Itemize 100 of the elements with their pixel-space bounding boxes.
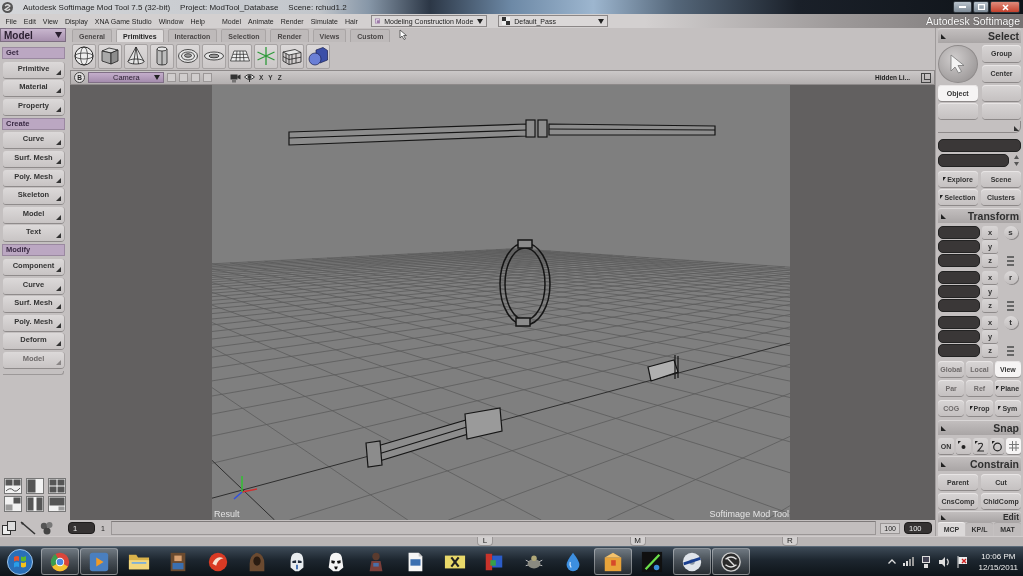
tool-button[interactable] [202, 43, 226, 69]
input-field[interactable] [938, 154, 1009, 167]
speaker-icon[interactable] [937, 555, 950, 568]
header-title: Select [988, 30, 1019, 42]
ring-snap-icon [990, 440, 1003, 452]
asterisk-icon [256, 46, 276, 66]
minimize-icon [959, 6, 966, 8]
tool-button[interactable] [280, 43, 304, 69]
collapse-triangle-icon[interactable] [941, 425, 946, 431]
corner-arrow-icon [1014, 126, 1019, 131]
corner-arrow-icon [56, 196, 61, 202]
curve-pane-layout-icon[interactable] [4, 478, 22, 494]
torus-icon [178, 46, 198, 66]
signal-bars-icon[interactable] [902, 557, 914, 566]
taskbar-button[interactable] [593, 548, 632, 575]
header-title: Edit [1002, 512, 1019, 522]
list-icon[interactable] [1007, 255, 1014, 266]
tool-button[interactable] [124, 43, 148, 69]
flag-icon[interactable] [956, 555, 968, 568]
swirl-icon [206, 550, 229, 573]
taskbar-button[interactable] [40, 548, 79, 575]
monitor-icon[interactable] [920, 555, 931, 568]
value-field[interactable] [938, 330, 980, 343]
collapse-triangle-icon[interactable] [941, 514, 946, 520]
value-field[interactable] [938, 299, 980, 312]
corner-arrow-icon [56, 359, 61, 365]
disc-icon [680, 550, 703, 573]
close-button[interactable] [990, 1, 1020, 13]
video-camera-icon[interactable] [230, 72, 241, 83]
collapse-triangle-icon[interactable] [941, 33, 946, 39]
four-pane-layout-icon[interactable] [48, 478, 66, 494]
taskbar-button[interactable] [672, 548, 711, 575]
arrow-cursor-icon [949, 54, 967, 74]
cube-icon [100, 46, 120, 66]
select-tool-button[interactable] [938, 45, 978, 83]
minimize-button[interactable] [953, 1, 972, 13]
close-icon [1001, 3, 1009, 11]
header-title: Constrain [970, 458, 1019, 470]
two-pane-layout-icon[interactable] [26, 478, 44, 494]
module-dropdown[interactable]: Model [0, 28, 66, 42]
eye-icon[interactable] [244, 73, 255, 82]
corner-arrow-icon [56, 285, 61, 291]
value-field[interactable] [938, 344, 980, 357]
corner-tick-icon [940, 195, 944, 199]
diagonal-line-icon[interactable] [20, 521, 36, 535]
value-field[interactable] [938, 240, 980, 253]
cube-group-icon [308, 46, 328, 66]
sort-arrows-icon[interactable] [1012, 155, 1021, 166]
caret-icon [598, 18, 605, 24]
tool-button[interactable] [306, 43, 330, 69]
snap-button[interactable] [989, 438, 1005, 454]
maximize-button[interactable] [973, 1, 989, 13]
tool-button[interactable] [228, 43, 252, 69]
header-title: Transform [967, 210, 1019, 222]
tool-button[interactable] [150, 43, 174, 69]
layers-icon[interactable] [2, 521, 16, 535]
caret-icon [477, 18, 484, 24]
corner-arrow-icon [56, 214, 61, 220]
corner-tick-icon [969, 406, 973, 410]
sphere-icon [74, 46, 94, 66]
corner-arrow-icon [56, 88, 61, 94]
letter-button[interactable]: r [1003, 271, 1018, 284]
letter-button[interactable]: s [1003, 226, 1018, 239]
wide-pane-layout-icon[interactable] [48, 496, 66, 512]
collapse-triangle-icon[interactable] [941, 213, 946, 219]
corner-pane-layout-icon[interactable] [4, 496, 22, 512]
curve-snap-icon [974, 440, 987, 452]
split-pane-layout-icon[interactable] [26, 496, 44, 512]
maximize-view-icon[interactable] [921, 72, 931, 83]
window-title: Autodesk Softimage Mod Tool 7.5 (32-bit) [23, 2, 171, 12]
collapse-triangle-icon[interactable] [941, 461, 946, 467]
letter-button[interactable]: t [1003, 316, 1018, 329]
input-field[interactable] [938, 139, 1021, 152]
chevron-up-icon[interactable] [887, 559, 896, 564]
value-field[interactable] [938, 271, 980, 284]
timeline-track[interactable] [110, 521, 877, 535]
tool-button[interactable] [72, 43, 96, 69]
corner-tick-icon [998, 406, 1002, 410]
snap-button[interactable] [972, 438, 988, 454]
maximize-icon [977, 4, 985, 10]
value-field[interactable] [938, 285, 980, 298]
corner-arrow-icon [56, 140, 61, 146]
caret-icon [55, 32, 62, 38]
cursor-icon[interactable] [398, 29, 410, 40]
snap-button[interactable] [956, 438, 971, 454]
taskbar-button[interactable] [712, 548, 750, 575]
value-field[interactable] [938, 226, 980, 239]
ring-logo-icon [720, 550, 742, 573]
value-field[interactable] [938, 254, 980, 267]
list-icon[interactable] [1007, 345, 1014, 356]
lattice-icon [282, 46, 302, 66]
list-icon[interactable] [1007, 300, 1014, 311]
start-orb-icon [7, 548, 33, 575]
clock-date[interactable]: 12/15/2011 [978, 562, 1018, 572]
tool-button[interactable] [176, 43, 200, 69]
circles-icon[interactable] [40, 521, 54, 535]
tool-button[interactable] [98, 43, 122, 69]
clock-time[interactable]: 10:06 PM [981, 551, 1016, 561]
value-field[interactable] [938, 316, 980, 329]
corner-arrow-icon [56, 106, 61, 112]
